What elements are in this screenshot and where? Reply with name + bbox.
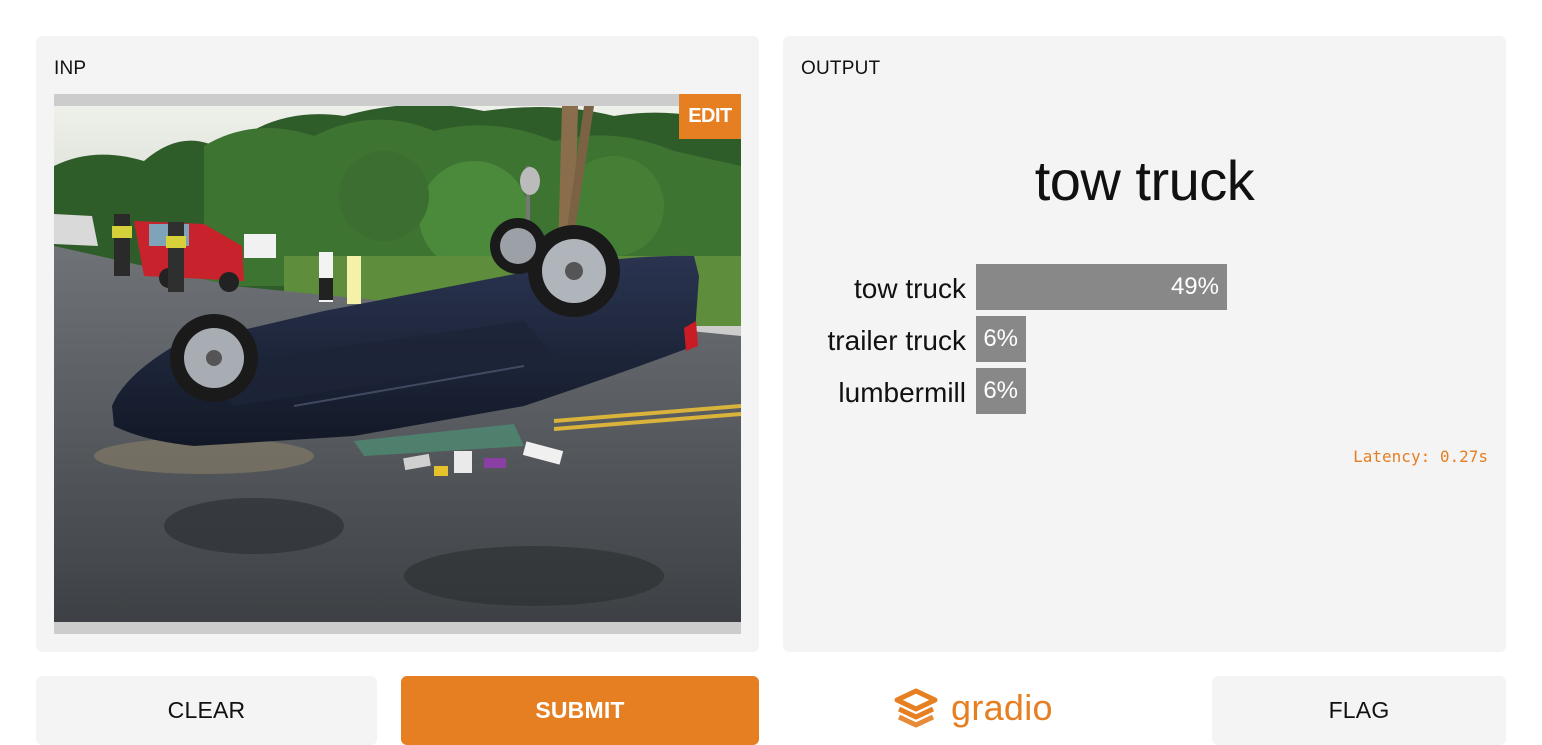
confidence-row: trailer truck 6%	[783, 316, 1506, 362]
predicted-label: tow truck	[1034, 149, 1255, 212]
confidence-label: lumbermill	[838, 377, 966, 408]
confidence-row: lumbermill 6%	[783, 368, 1506, 414]
image-input[interactable]: EDIT	[54, 94, 741, 634]
confidence-bar: 49%	[976, 264, 1227, 310]
output-panel: OUTPUT tow truck tow truck 49% trailer t…	[783, 36, 1506, 652]
flag-button[interactable]: FLAG	[1212, 676, 1506, 745]
input-label: INP	[54, 58, 87, 79]
confidence-bar: 6%	[976, 368, 1026, 414]
confidence-label: trailer truck	[827, 325, 966, 356]
confidence-label: tow truck	[853, 273, 966, 304]
gradio-logo-icon	[894, 688, 938, 728]
uploaded-image	[54, 106, 741, 622]
confidence-row: tow truck 49%	[783, 264, 1506, 310]
latency-text: Latency: 0.27s	[1353, 447, 1488, 466]
edit-button[interactable]: EDIT	[679, 94, 741, 139]
submit-button[interactable]: SUBMIT	[401, 676, 759, 745]
confidence-bar: 6%	[976, 316, 1026, 362]
clear-button[interactable]: CLEAR	[36, 676, 377, 745]
output-label: OUTPUT	[801, 58, 881, 79]
gradio-wordmark: gradio	[951, 687, 1053, 728]
gradio-logo[interactable]: gradio	[893, 684, 1053, 732]
input-panel: INP EDIT	[36, 36, 759, 652]
